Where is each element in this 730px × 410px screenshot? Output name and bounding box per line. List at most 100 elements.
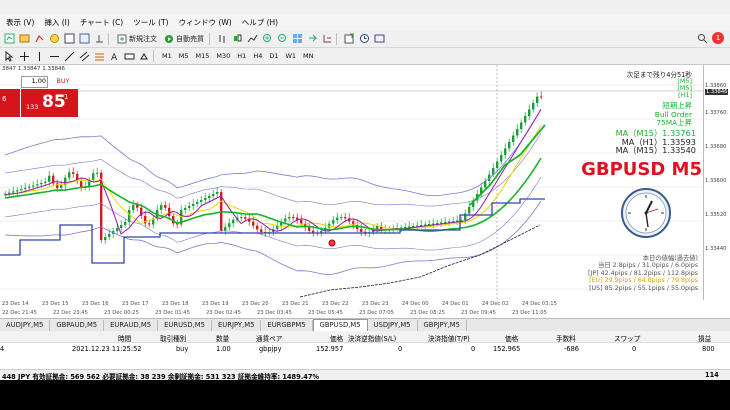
tester-icon[interactable]: [93, 32, 105, 45]
lot-size-input[interactable]: 1.00: [21, 76, 48, 88]
trendline-icon[interactable]: [63, 50, 75, 63]
candle-body: [300, 219, 303, 224]
new-chart-icon[interactable]: [3, 32, 15, 45]
candle-body: [28, 186, 31, 188]
candle-body: [232, 219, 235, 224]
tf-m1[interactable]: M1: [160, 50, 174, 62]
price-tick: 1.33760: [705, 110, 727, 116]
cursor-icon[interactable]: [3, 50, 15, 63]
candlestick-icon[interactable]: [231, 32, 243, 45]
channel-icon[interactable]: [78, 50, 90, 63]
candle-body: [184, 208, 187, 210]
col-current-price[interactable]: 価格: [505, 333, 518, 343]
tf-w1[interactable]: W1: [283, 50, 298, 62]
tile-windows-icon[interactable]: [291, 32, 303, 45]
cell-swap: 0: [632, 345, 637, 353]
terminal-icon[interactable]: [78, 32, 90, 45]
candle-body: [524, 116, 527, 123]
alert-count-badge[interactable]: 1: [712, 32, 724, 44]
auto-trading-button[interactable]: 自動売買: [162, 32, 206, 45]
col-profit[interactable]: 損益: [698, 333, 711, 343]
bollinger-lower: [4, 200, 542, 275]
chart-tab[interactable]: GBPJPY,M5: [418, 319, 467, 331]
candle-body: [244, 217, 247, 219]
tf-m30[interactable]: M30: [214, 50, 232, 62]
periods-icon[interactable]: [358, 32, 370, 45]
chart-tab[interactable]: GBPUSD,M5: [312, 319, 368, 331]
price-tick: 1.33520: [705, 212, 727, 218]
tf-h4[interactable]: H4: [251, 50, 264, 62]
col-symbol[interactable]: 通貨ペア: [256, 333, 282, 343]
menu-window[interactable]: ウィンドウ (W): [179, 17, 232, 28]
line-chart-icon[interactable]: [246, 32, 258, 45]
price-chart[interactable]: 3847 1.33847 1.33846 次足まで残り4分51秒 [M5] [M…: [0, 65, 730, 301]
tf-h1[interactable]: H1: [235, 50, 248, 62]
chart-tab[interactable]: USDJPY,M5: [368, 319, 418, 331]
sell-button[interactable]: 6: [0, 89, 20, 117]
col-commission[interactable]: 手数料: [556, 333, 576, 343]
col-tp[interactable]: 決済指値(T/P): [428, 333, 470, 343]
candle-body: [228, 223, 231, 228]
menu-tools[interactable]: ツール (T): [133, 17, 168, 28]
col-volume[interactable]: 数量: [216, 333, 229, 343]
zoom-in-icon[interactable]: [261, 32, 273, 45]
text-tool-icon[interactable]: A: [108, 50, 120, 63]
candle-body: [20, 189, 23, 191]
crosshair-icon[interactable]: [18, 50, 30, 63]
menu-chart[interactable]: チャート (C): [80, 17, 123, 28]
time-tick: 22 Dec 23:45: [53, 310, 88, 316]
auto-scroll-icon[interactable]: [306, 32, 318, 45]
col-type[interactable]: 取引種別: [160, 333, 186, 343]
candle-body: [44, 181, 47, 183]
svg-text:A: A: [111, 53, 118, 62]
menu-insert[interactable]: 挿入 (I): [44, 17, 69, 28]
col-swap[interactable]: スワップ: [614, 333, 640, 343]
bar-chart-icon[interactable]: [216, 32, 228, 45]
chart-shift-icon[interactable]: [321, 32, 333, 45]
col-price[interactable]: 価格: [330, 333, 343, 343]
candle-body: [448, 221, 451, 223]
search-icon[interactable]: [696, 32, 708, 45]
chart-tabs: AUDJPY,M5 GBPAUD,M5 EURAUD,M5 EURUSD,M5 EURJ…: [0, 318, 730, 331]
vertical-line-icon[interactable]: [33, 50, 45, 63]
candle-body: [256, 225, 259, 230]
fibonacci-icon[interactable]: [93, 50, 105, 63]
data-window-icon[interactable]: [63, 32, 75, 45]
chart-tab[interactable]: EURGBPM5: [261, 319, 313, 331]
profiles-icon[interactable]: [18, 32, 30, 45]
tf-m15[interactable]: M15: [194, 50, 212, 62]
candle-body: [532, 103, 535, 110]
candle-body: [332, 220, 335, 224]
tf-d1[interactable]: D1: [267, 50, 280, 62]
col-sl[interactable]: 決済逆指値(S/L): [348, 333, 396, 343]
buy-button[interactable]: 133 85 1: [21, 89, 78, 117]
chart-tab[interactable]: AUDJPY,M5: [0, 319, 51, 331]
horizontal-line-icon[interactable]: [48, 50, 60, 63]
time-tick: 24 Dec 00: [402, 301, 429, 307]
chart-tab[interactable]: EURUSD,M5: [158, 319, 212, 331]
candle-body: [516, 129, 519, 136]
candle-body: [336, 217, 339, 221]
time-axis[interactable]: 23 Dec 14 23 Dec 15 23 Dec 16 23 Dec 17 23 D…: [0, 300, 730, 309]
menu-help[interactable]: ヘルプ (H): [242, 17, 278, 28]
price-tick: 1.33600: [705, 178, 727, 184]
col-time[interactable]: 時間: [118, 333, 131, 343]
navigator-icon[interactable]: [48, 32, 60, 45]
candle-body: [260, 229, 263, 233]
shapes-icon[interactable]: [138, 50, 150, 63]
order-id: 4: [0, 345, 5, 353]
zoom-out-icon[interactable]: [276, 32, 288, 45]
market-watch-icon[interactable]: [33, 32, 45, 45]
tf-m5[interactable]: M5: [177, 50, 191, 62]
chart-tab[interactable]: EURJPY,M5: [212, 319, 262, 331]
candle-body: [124, 222, 127, 225]
indicators-icon[interactable]: [343, 32, 355, 45]
new-order-button[interactable]: 新規注文: [115, 32, 159, 45]
chart-tab[interactable]: GBPAUD,M5: [50, 319, 105, 331]
label-tool-icon[interactable]: [123, 50, 135, 63]
table-row[interactable]: 4 2021.12.23 11:25:52 buy 1.00 gbpjpy 15…: [0, 343, 730, 354]
menu-view[interactable]: 表示 (V): [6, 17, 34, 28]
templates-icon[interactable]: [373, 32, 385, 45]
chart-tab[interactable]: EURAUD,M5: [104, 319, 159, 331]
tf-mn[interactable]: MN: [301, 50, 315, 62]
